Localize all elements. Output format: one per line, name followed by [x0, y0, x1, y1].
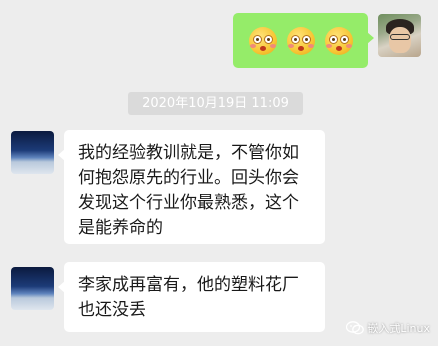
- contact-avatar[interactable]: [11, 131, 54, 174]
- message-text-line: 李家成再富有，他的塑料花厂: [78, 275, 299, 295]
- self-avatar[interactable]: [378, 14, 421, 57]
- incoming-message-bubble[interactable]: 李家成再富有，他的塑料花厂 也还没丢: [58, 262, 325, 332]
- watermark-text: 嵌入式Linux: [367, 322, 430, 335]
- flushed-face-emoji-icon: [248, 26, 277, 55]
- message-text-line: 何抱怨原先的行业。回头你会: [78, 168, 299, 188]
- wechat-icon: [346, 321, 365, 335]
- flushed-face-emoji-icon: [324, 26, 353, 55]
- message-text-line: 发现这个行业你最熟悉，这个: [78, 193, 299, 213]
- flushed-face-emoji-icon: [286, 26, 315, 55]
- message-text-line: 我的经验教训就是，不管你如: [78, 143, 299, 163]
- incoming-message-bubble[interactable]: 我的经验教训就是，不管你如 何抱怨原先的行业。回头你会 发现这个行业你最熟悉，这…: [58, 130, 325, 244]
- message-text-line: 也还没丢: [78, 300, 146, 320]
- message-timestamp: 2020年10月19日 11:09: [128, 92, 303, 115]
- outgoing-message-bubble[interactable]: [233, 13, 374, 68]
- contact-avatar[interactable]: [11, 267, 54, 310]
- message-text-line: 是能养命的: [78, 218, 163, 238]
- watermark: 嵌入式Linux: [346, 320, 430, 336]
